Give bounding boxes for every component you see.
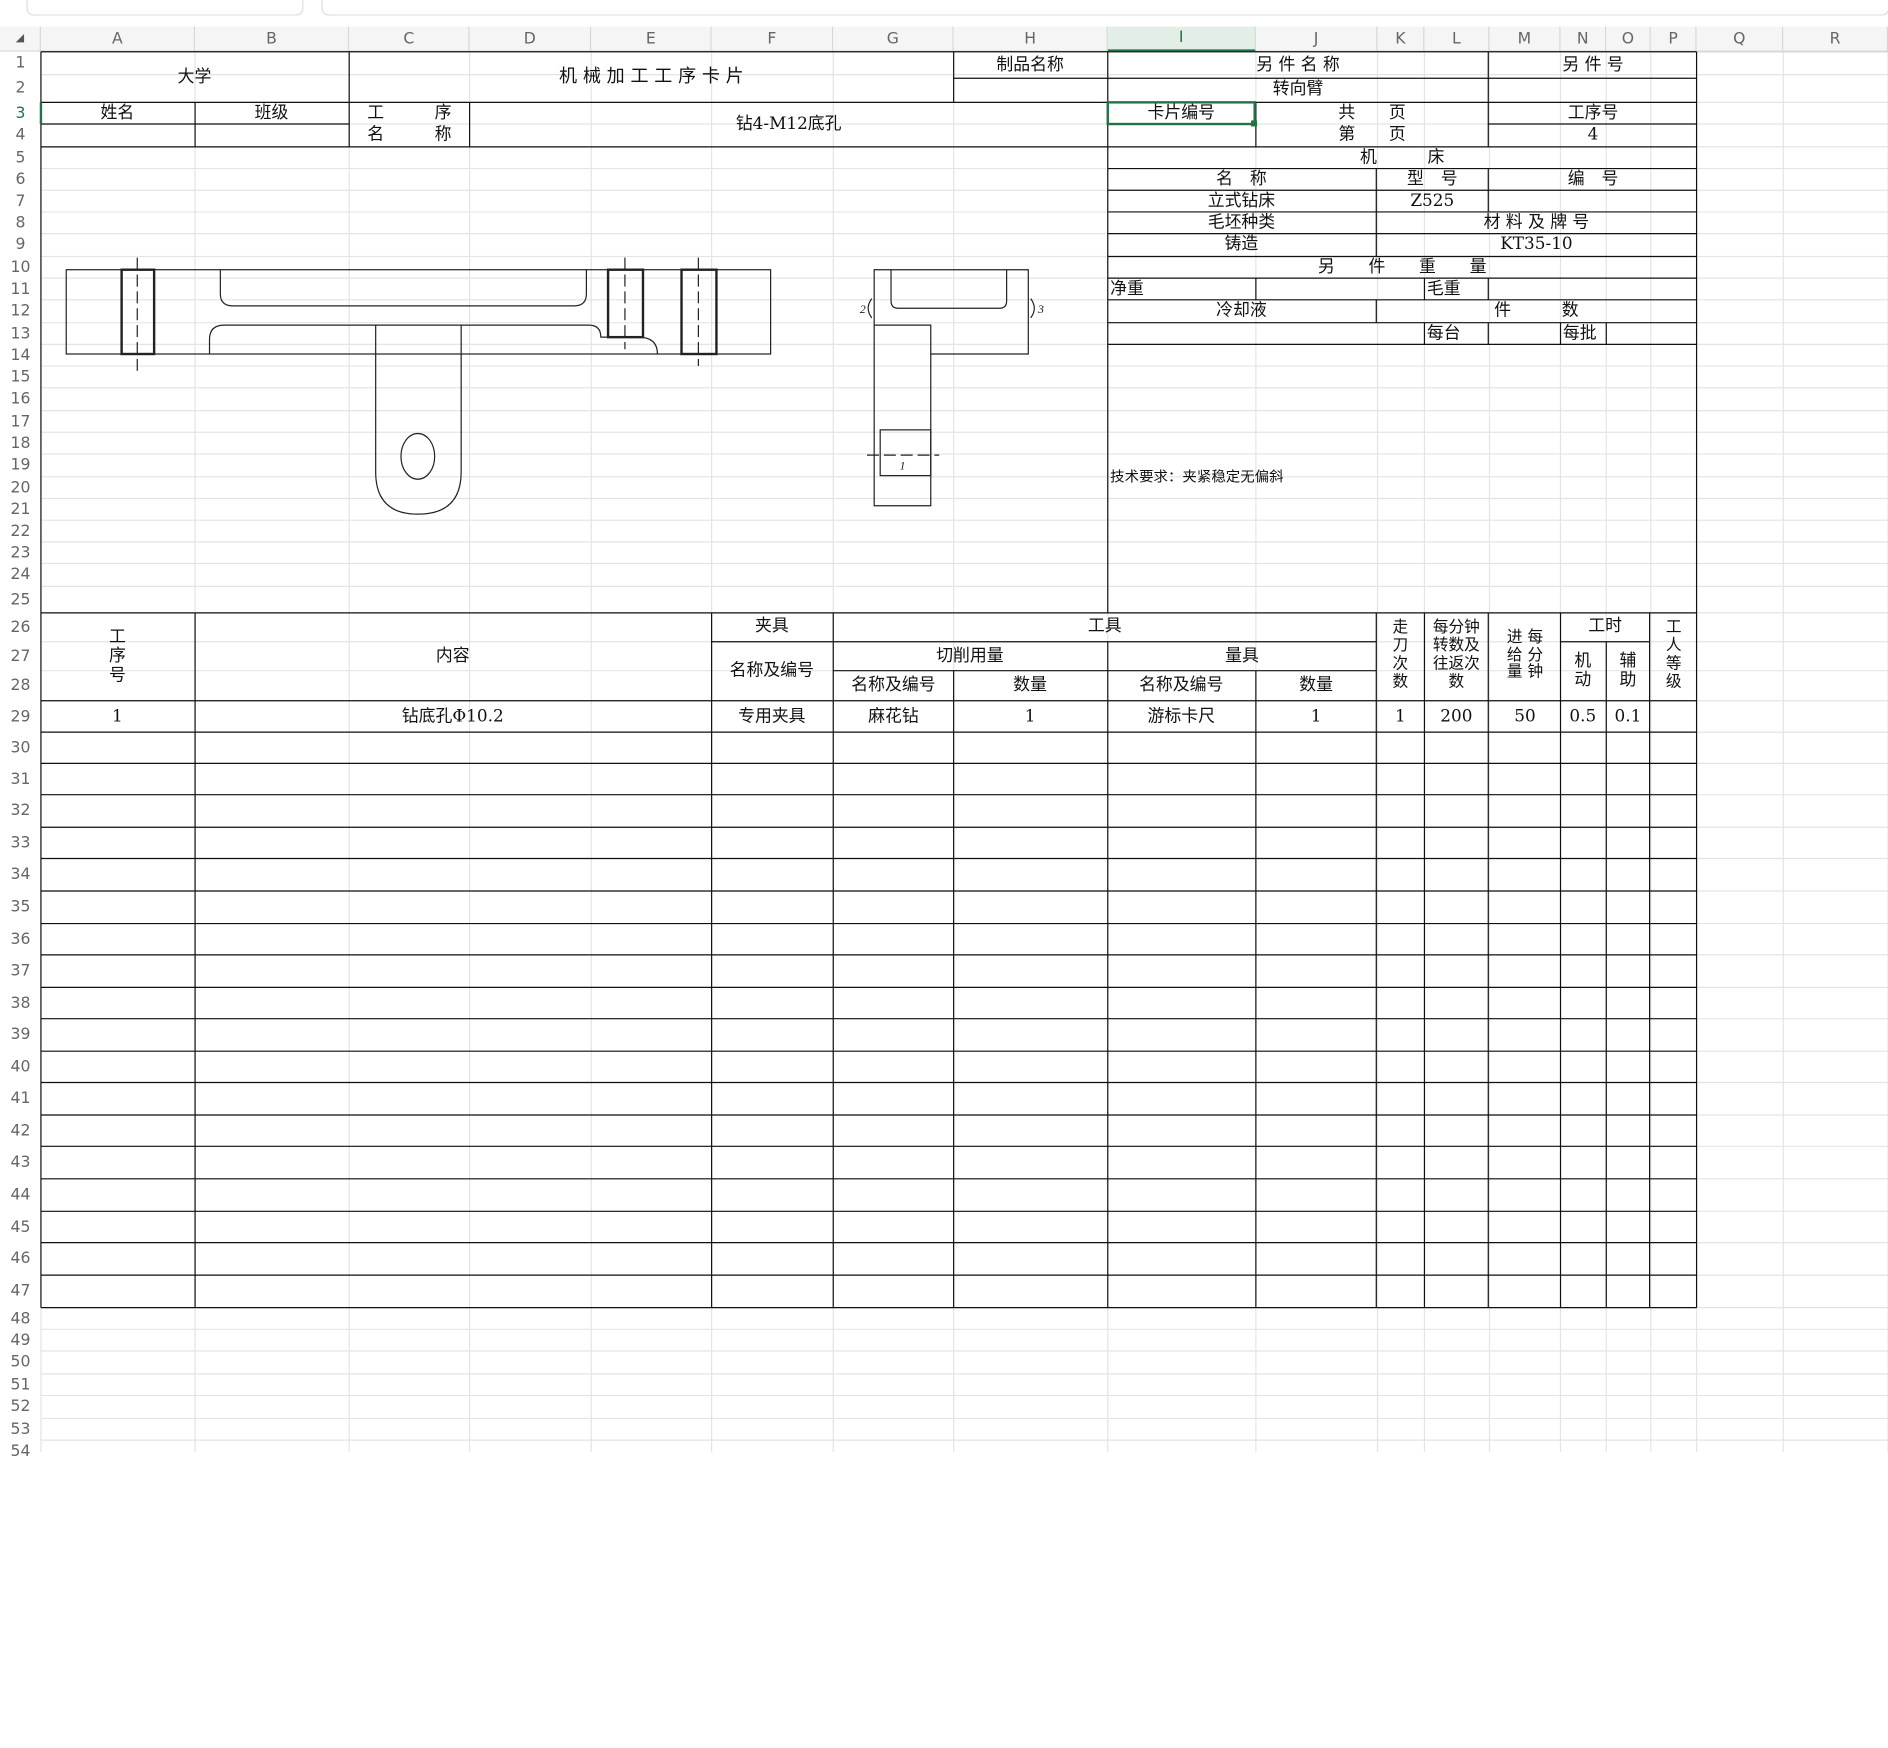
ops-row-aux-time[interactable]: 0.1: [1606, 701, 1649, 732]
machine-title[interactable]: 机 床: [1108, 147, 1697, 169]
ops-row-feed[interactable]: 50: [1489, 701, 1560, 732]
coolant-label[interactable]: 冷却液: [1108, 300, 1375, 322]
break-mark-left: [867, 298, 873, 319]
net-weight-label[interactable]: 净重: [1108, 278, 1255, 300]
ops-fixture-header[interactable]: 夹具: [712, 613, 832, 641]
ops-row-tool-qty[interactable]: 1: [954, 701, 1107, 732]
weight-title[interactable]: 另 件 重 量: [1108, 256, 1697, 278]
page-label[interactable]: 第 页: [1256, 124, 1488, 146]
side-label-left: 2: [860, 302, 866, 316]
ops-row-fixture[interactable]: 专用夹具: [712, 701, 832, 732]
ops-row-rpm[interactable]: 200: [1424, 701, 1488, 732]
break-mark-right: [1030, 298, 1035, 319]
ops-fixture-name-header[interactable]: 名称及编号: [712, 642, 832, 700]
machine-name-value[interactable]: 立式钻床: [1108, 190, 1375, 212]
per-unit-label[interactable]: 每台: [1424, 323, 1488, 345]
ops-row-gauge-qty[interactable]: 1: [1256, 701, 1376, 732]
gross-weight-label[interactable]: 毛重: [1424, 278, 1488, 300]
ops-tool-name-header[interactable]: 名称及编号: [833, 671, 953, 700]
ops-row-machine-time[interactable]: 0.5: [1561, 701, 1606, 732]
ops-tool-header[interactable]: 工具: [833, 613, 1376, 641]
bottom-recess: [208, 324, 659, 355]
ops-tool-qty-header[interactable]: 数量: [954, 671, 1107, 700]
part-no-label[interactable]: 另 件 号: [1489, 52, 1696, 78]
lever-hole: [400, 432, 436, 480]
side-view-top: [873, 269, 1029, 355]
side-label-center: 1: [899, 459, 905, 473]
side-view-stem: [873, 325, 932, 507]
tech-requirement[interactable]: 技术要求：夹紧稳定无偏斜: [1108, 466, 1697, 490]
part-name-value[interactable]: 转向臂: [1108, 78, 1488, 101]
total-pages-label[interactable]: 共 页: [1256, 102, 1488, 124]
process-name-cell[interactable]: 钻4-M12底孔: [470, 102, 1108, 145]
ops-rpm-header[interactable]: 每分钟 转数及 往返次 数: [1424, 613, 1488, 700]
process-label-2[interactable]: 名 称: [349, 124, 469, 146]
top-slot: [219, 269, 587, 307]
ops-row-gauge[interactable]: 游标卡尺: [1108, 701, 1255, 732]
card-title-cell[interactable]: 机 械 加 工 工 序 卡 片: [349, 52, 953, 103]
ops-step-no-header[interactable]: 工 序 号: [41, 613, 194, 700]
process-no-value[interactable]: 4: [1489, 124, 1696, 146]
machine-name-label[interactable]: 名 称: [1108, 169, 1375, 191]
front-view: [65, 257, 772, 515]
class-label[interactable]: 班级: [195, 102, 348, 124]
per-batch-label[interactable]: 每批: [1561, 323, 1606, 345]
ops-row-passes[interactable]: 1: [1377, 701, 1423, 732]
material-label[interactable]: 材 料 及 牌 号: [1376, 212, 1696, 234]
count-label[interactable]: 件 数: [1376, 300, 1696, 322]
side-label-right: 3: [1037, 302, 1044, 316]
ops-gauge-qty-header[interactable]: 数量: [1256, 671, 1376, 700]
ops-row-tool[interactable]: 麻花钻: [833, 701, 953, 732]
ops-row-content[interactable]: 钻底孔Φ10.2: [195, 701, 710, 732]
part-name-label[interactable]: 另 件 名 称: [1108, 52, 1488, 78]
process-label-1[interactable]: 工 序: [349, 102, 469, 124]
ops-machine-time-header[interactable]: 机 动: [1561, 642, 1606, 700]
ops-cutting-header[interactable]: 切削用量: [833, 642, 1106, 671]
card-no-label[interactable]: 卡片编号: [1108, 102, 1255, 124]
material-value[interactable]: KT35-10: [1376, 234, 1696, 256]
spreadsheet-view: ◢ ABCDEFGHIJKLMNOPQR 1 2 3 4 5 6 7 8 9 10 11 12 13 14…: [0, 0, 1888, 1748]
ops-row-step[interactable]: 1: [41, 701, 194, 732]
school-cell[interactable]: 大学: [41, 52, 348, 103]
ops-gauge-header[interactable]: 量具: [1108, 642, 1377, 671]
name-label[interactable]: 姓名: [41, 102, 194, 124]
blank-type-label[interactable]: 毛坯种类: [1108, 212, 1375, 234]
side-view-inner: [890, 269, 1008, 309]
part-drawing: 2 3 1: [65, 257, 1044, 515]
side-view: 2 3 1: [860, 269, 1044, 507]
ops-content-header[interactable]: 内容: [195, 613, 710, 700]
machine-model-label[interactable]: 型 号: [1376, 169, 1488, 191]
ops-aux-time-header[interactable]: 辅 助: [1606, 642, 1649, 700]
product-name-label[interactable]: 制品名称: [954, 52, 1107, 78]
ops-gauge-name-header[interactable]: 名称及编号: [1108, 671, 1255, 700]
blank-type-value[interactable]: 铸造: [1108, 234, 1375, 256]
front-view-outline: [65, 269, 772, 355]
machine-number-label[interactable]: 编 号: [1489, 169, 1696, 191]
ops-worker-grade-header[interactable]: 工 人 等 级: [1651, 613, 1697, 700]
process-no-label[interactable]: 工序号: [1489, 102, 1696, 124]
ops-passes-header[interactable]: 走 刀 次 数: [1377, 613, 1423, 700]
machine-model-value[interactable]: Z525: [1376, 190, 1488, 212]
ops-feed-header[interactable]: 进 每 给 分 量 钟: [1489, 613, 1560, 700]
ops-time-header[interactable]: 工时: [1561, 613, 1650, 641]
